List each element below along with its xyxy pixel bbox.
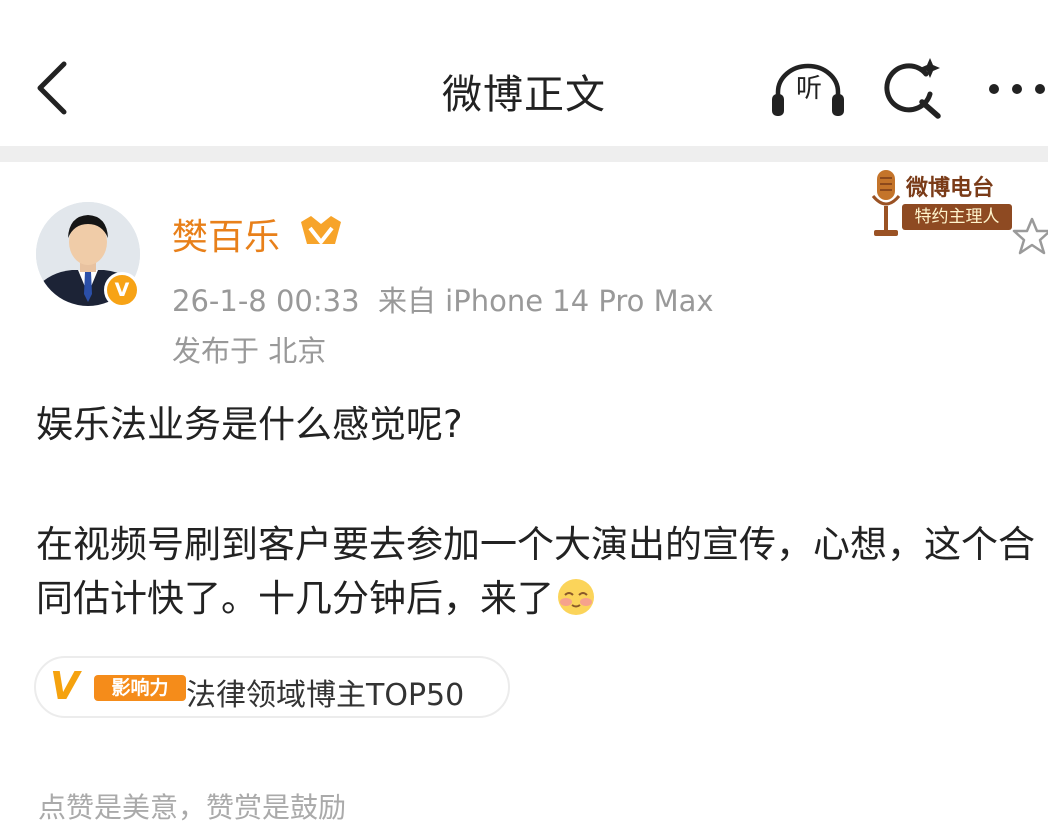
influence-label: 影响力 — [94, 675, 186, 701]
radio-badge-subtitle: 特约主理人 — [902, 204, 1012, 230]
influence-logo: V 影响力 — [46, 664, 186, 708]
radio-host-badge[interactable]: 微博电台 特约主理人 — [866, 166, 1022, 242]
post-meta: 26-1-8 00:33 来自 iPhone 14 Pro Max — [172, 278, 714, 320]
top-navigation-bar: 微博正文 听 — [0, 0, 1048, 146]
author-name[interactable]: 樊百乐 — [172, 208, 280, 260]
star-outline-icon — [1012, 217, 1048, 255]
post-time: 26-1-8 00:33 — [172, 284, 360, 318]
member-crown-icon[interactable] — [298, 212, 344, 252]
post-title-line: 娱乐法业务是什么感觉呢? — [36, 403, 463, 446]
blushing-face-icon — [558, 579, 594, 615]
microphone-icon — [871, 170, 901, 236]
more-options-button[interactable] — [986, 72, 1048, 106]
section-divider — [0, 146, 1048, 162]
post-body-text: 在视频号刷到客户要去参加一个大演出的宣传，心想，这个合同估计快了。十几分钟后，来… — [36, 523, 1035, 620]
influence-v-mark: V — [50, 664, 80, 708]
post-body: 在视频号刷到客户要去参加一个大演出的宣传，心想，这个合同估计快了。十几分钟后，来… — [36, 518, 1040, 626]
verified-badge: V — [104, 272, 140, 308]
radio-badge-title: 微博电台 — [906, 176, 995, 201]
influence-tag[interactable]: V 影响力 法律领域博主TOP50 — [34, 656, 510, 718]
search-sparkle-icon — [884, 58, 941, 119]
favorite-button[interactable] — [1012, 216, 1048, 256]
search-button[interactable] — [882, 56, 944, 120]
listen-button[interactable]: 听 — [770, 62, 846, 118]
reward-note: 点赞是美意，赞赏是鼓励 — [38, 791, 347, 824]
influence-rank-text: 法律领域博主TOP50 — [186, 678, 465, 713]
more-dots-icon — [989, 84, 1045, 94]
post-location: 发布于 北京 — [172, 334, 327, 368]
post-source: 来自 iPhone 14 Pro Max — [377, 284, 714, 318]
listen-label: 听 — [795, 74, 822, 104]
